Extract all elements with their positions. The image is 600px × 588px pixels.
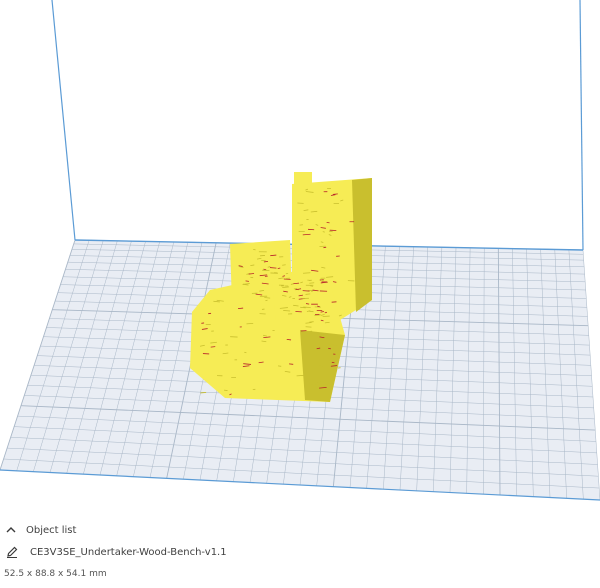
surface-detail xyxy=(244,351,247,354)
surface-detail xyxy=(328,230,333,233)
3d-viewport[interactable] xyxy=(0,0,600,515)
surface-detail xyxy=(305,293,311,295)
object-list-panel: Object list CE3V3SE_Undertaker-Wood-Benc… xyxy=(0,515,600,588)
surface-detail xyxy=(263,261,269,263)
pencil-icon[interactable] xyxy=(5,545,19,559)
object-list-toggle[interactable]: Object list xyxy=(4,523,76,537)
object-name: CE3V3SE_Undertaker-Wood-Bench-v1.1 xyxy=(30,546,227,558)
surface-detail xyxy=(282,264,286,266)
surface-detail xyxy=(200,392,207,394)
surface-detail xyxy=(269,267,277,269)
surface-detail xyxy=(248,273,255,275)
object-list-item[interactable]: CE3V3SE_Undertaker-Wood-Bench-v1.1 xyxy=(5,545,227,559)
object-dimensions: 52.5 x 88.8 x 54.1 mm xyxy=(4,569,107,579)
bench-center-block xyxy=(272,270,326,320)
bench-post xyxy=(294,172,312,192)
surface-detail xyxy=(323,246,327,249)
surface-detail xyxy=(237,307,244,309)
chevron-up-icon[interactable] xyxy=(4,523,18,537)
surface-detail xyxy=(322,231,325,233)
build-volume-right-edge xyxy=(579,0,584,251)
surface-detail xyxy=(326,221,330,224)
surface-detail xyxy=(277,267,281,269)
surface-detail xyxy=(324,311,328,314)
build-volume-left-edge xyxy=(51,0,76,241)
scene-canvas[interactable] xyxy=(0,0,600,515)
surface-detail xyxy=(305,303,310,305)
object-list-title: Object list xyxy=(26,524,77,536)
surface-detail xyxy=(296,374,305,377)
surface-detail xyxy=(332,193,338,195)
surface-detail xyxy=(302,290,310,292)
surface-detail xyxy=(309,282,315,284)
surface-detail xyxy=(328,347,331,350)
surface-detail xyxy=(210,346,216,348)
